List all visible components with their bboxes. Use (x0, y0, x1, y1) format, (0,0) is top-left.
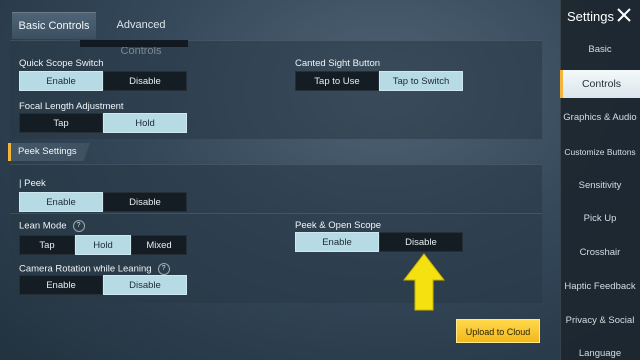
quick-scope-toggle: Enable Disable (19, 71, 187, 91)
lean-mode-mixed[interactable]: Mixed (131, 235, 187, 255)
focal-length-hold[interactable]: Hold (103, 113, 187, 133)
peek-open-scope-disable[interactable]: Disable (379, 232, 463, 252)
tab-bar: Basic Controls Advanced Controls (0, 12, 560, 57)
lean-mode-tap[interactable]: Tap (19, 235, 75, 255)
peek-toggle: Enable Disable (19, 192, 187, 212)
upload-to-cloud-button[interactable]: Upload to Cloud (456, 319, 540, 343)
peek-label: | Peek (19, 178, 46, 189)
help-icon[interactable]: ? (157, 263, 170, 275)
peek-settings-header: Peek Settings (8, 143, 90, 161)
lean-mode-label: Lean Mode (19, 220, 67, 232)
peek-open-scope-toggle: Enable Disable (295, 232, 463, 252)
quick-scope-label: Quick Scope Switch (19, 58, 104, 69)
sidebar-item-graphics-audio[interactable]: Graphics & Audio (560, 104, 640, 132)
tab-basic-controls[interactable]: Basic Controls (12, 12, 96, 39)
camera-rotation-row-label: Camera Rotation while Leaning? (19, 263, 170, 275)
sidebar-item-customize-buttons[interactable]: Customize Buttons (560, 138, 640, 166)
sidebar-item-pick-up[interactable]: Pick Up (560, 205, 640, 233)
canted-sight-toggle: Tap to Use Tap to Switch (295, 71, 463, 91)
quick-scope-enable[interactable]: Enable (19, 71, 103, 91)
camera-rotation-disable[interactable]: Disable (103, 275, 187, 295)
camera-rotation-enable[interactable]: Enable (19, 275, 103, 295)
tab-advanced-controls[interactable]: Advanced Controls (96, 12, 186, 57)
camera-rotation-label: Camera Rotation while Leaning (19, 263, 152, 275)
focal-length-label: Focal Length Adjustment (19, 101, 124, 112)
canted-sight-label: Canted Sight Button (295, 58, 381, 69)
sidebar-title: Settings (567, 9, 614, 24)
canted-sight-tap-to-switch[interactable]: Tap to Switch (379, 71, 463, 91)
lean-mode-row-label: Lean Mode? (19, 220, 85, 232)
scrolled-row-remnant (80, 40, 188, 47)
divider (10, 213, 542, 214)
focal-length-tap[interactable]: Tap (19, 113, 103, 133)
sidebar-item-language[interactable]: Language (560, 340, 640, 360)
sidebar-item-sensitivity[interactable]: Sensitivity (560, 172, 640, 200)
peek-enable[interactable]: Enable (19, 192, 103, 212)
peek-open-scope-enable[interactable]: Enable (295, 232, 379, 252)
sidebar-item-haptic-feedback[interactable]: Haptic Feedback (560, 273, 640, 301)
sidebar-item-privacy-social[interactable]: Privacy & Social (560, 307, 640, 335)
peek-open-scope-label: Peek & Open Scope (295, 220, 382, 231)
sidebar-item-basic[interactable]: Basic (560, 36, 640, 64)
peek-disable[interactable]: Disable (103, 192, 187, 212)
sidebar-item-controls[interactable]: Controls (560, 70, 640, 98)
quick-scope-disable[interactable]: Disable (103, 71, 187, 91)
camera-rotation-toggle: Enable Disable (19, 275, 187, 295)
close-icon[interactable] (615, 6, 633, 24)
lean-mode-toggle: Tap Hold Mixed (19, 235, 187, 255)
canted-sight-tap-to-use[interactable]: Tap to Use (295, 71, 379, 91)
help-icon[interactable]: ? (72, 220, 85, 232)
sidebar-item-crosshair[interactable]: Crosshair (560, 239, 640, 267)
focal-length-toggle: Tap Hold (19, 113, 187, 133)
lean-mode-hold[interactable]: Hold (75, 235, 131, 255)
arrow-up-icon (402, 253, 446, 311)
